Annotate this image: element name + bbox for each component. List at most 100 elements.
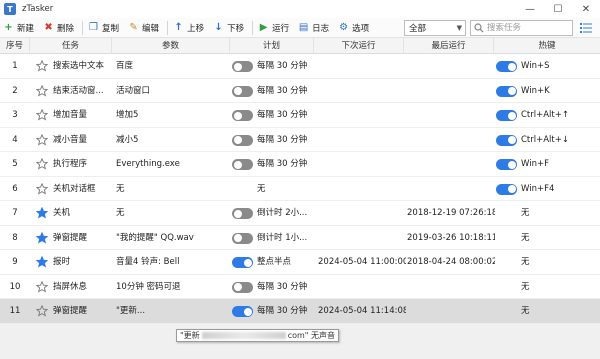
toolbar-separator — [82, 20, 84, 35]
task-table: 序号 任务 参数 计划 下次运行 最后运行 热键 1 搜索选中文本 百度 每隔 30 … — [0, 38, 600, 324]
edit-button[interactable]: ✎ 编辑 — [125, 19, 164, 37]
task-plan: 每隔 30 分钟 — [257, 110, 308, 120]
log-button[interactable]: ▤ 日志 — [295, 19, 334, 37]
delete-button[interactable]: ✖ 删除 — [40, 19, 79, 37]
hotkey-toggle[interactable] — [496, 85, 517, 97]
filter-select[interactable]: 全部 ▼ — [404, 20, 466, 36]
tooltip-suffix: com" 无声音 — [287, 331, 335, 340]
hotkey-toggle[interactable] — [496, 110, 517, 121]
header-task[interactable]: 任务 — [30, 38, 112, 54]
star-outline-icon[interactable] — [36, 182, 48, 195]
header-next-run[interactable]: 下次运行 — [314, 38, 404, 54]
plan-toggle[interactable] — [232, 110, 253, 121]
task-param: 减小5 — [116, 134, 139, 145]
star-outline-icon[interactable] — [36, 60, 48, 72]
next-run — [318, 79, 406, 103]
task-hotkey: 无 — [521, 257, 530, 267]
play-icon: ▶ — [259, 21, 268, 33]
hotkey-toggle[interactable] — [496, 61, 517, 72]
task-hotkey: Win+S — [521, 61, 550, 71]
task-plan: 每隔 30 分钟 — [257, 306, 308, 316]
move-down-button[interactable]: ↓ 下移 — [210, 19, 249, 37]
table-row[interactable]: 8 弹窗提醒 "我的提醒" QQ.wav 倒计时 1小... 2019-03-26 10… — [0, 226, 600, 250]
task-plan: 每隔 30 分钟 — [257, 61, 308, 71]
last-run — [407, 275, 495, 299]
close-button[interactable]: ✕ — [572, 0, 600, 18]
star-filled-icon[interactable] — [36, 231, 48, 244]
plan-toggle[interactable] — [232, 306, 253, 317]
toolbar: + 新建 ✖ 删除 ❐ 复制 ✎ 编辑 ↑ 上移 ↓ 下移 ▶ 运行 ▤ 日志 ⚙ 选项 全部 ▼ — [0, 18, 600, 38]
edit-icon: ✎ — [129, 21, 138, 33]
plus-icon: + — [4, 21, 13, 33]
next-run: 2024-05-04 11:14:08 — [318, 306, 406, 316]
task-plan: 每隔 30 分钟 — [257, 85, 308, 96]
plan-toggle[interactable] — [232, 61, 253, 72]
list-view-icon[interactable] — [580, 22, 592, 34]
task-hotkey: 无 — [521, 281, 530, 292]
star-filled-icon[interactable] — [36, 256, 48, 268]
header-param[interactable]: 参数 — [112, 38, 230, 54]
copy-button[interactable]: ❐ 复制 — [85, 19, 124, 37]
next-run: 2024-05-04 11:00:00 — [318, 257, 406, 267]
table-row[interactable]: 1 搜索选中文本 百度 每隔 30 分钟 Win+S — [0, 54, 600, 79]
task-hotkey: Ctrl+Alt+↑ — [521, 110, 569, 120]
row-number: 10 — [9, 281, 21, 292]
star-filled-icon[interactable] — [36, 207, 48, 219]
run-label: 运行 — [272, 23, 290, 34]
header-plan[interactable]: 计划 — [230, 38, 314, 54]
star-outline-icon[interactable] — [36, 109, 48, 121]
table-row[interactable]: 3 增加音量 增加5 每隔 30 分钟 Ctrl+Alt+↑ — [0, 103, 600, 128]
star-outline-icon[interactable] — [36, 84, 48, 97]
hotkey-toggle[interactable] — [496, 183, 517, 195]
next-run — [318, 201, 406, 225]
table-row[interactable]: 5 执行程序 Everything.exe 每隔 30 分钟 Win+F — [0, 152, 600, 177]
star-outline-icon[interactable] — [36, 133, 48, 146]
plan-toggle[interactable] — [232, 134, 253, 146]
task-name: 关机对话框 — [53, 183, 96, 194]
plan-toggle[interactable] — [232, 85, 253, 97]
row-number: 5 — [12, 159, 18, 169]
minimize-button[interactable]: — — [516, 0, 544, 18]
star-outline-icon[interactable] — [36, 305, 48, 317]
star-outline-icon[interactable] — [36, 280, 48, 293]
header-hotkey[interactable]: 热键 — [494, 38, 600, 54]
header-last-run[interactable]: 最后运行 — [404, 38, 494, 54]
table-row[interactable]: 2 结束活动窗... 活动窗口 每隔 30 分钟 Win+K — [0, 79, 600, 103]
hotkey-toggle[interactable] — [496, 159, 517, 170]
tooltip-redacted — [201, 332, 286, 339]
search-box — [470, 20, 573, 36]
plan-toggle[interactable] — [232, 257, 253, 268]
header-num[interactable]: 序号 — [0, 38, 30, 54]
options-gear-icon: ⚙ — [339, 21, 349, 33]
plan-toggle[interactable] — [232, 159, 253, 170]
task-plan: 每隔 30 分钟 — [257, 134, 308, 145]
chevron-down-icon: ▼ — [456, 24, 462, 32]
table-row[interactable]: 6 关机对话框 无 无 Win+F4 — [0, 177, 600, 201]
row-number: 1 — [12, 61, 18, 71]
options-button[interactable]: ⚙ 选项 — [335, 19, 374, 37]
task-name: 结束活动窗... — [53, 85, 104, 96]
maximize-button[interactable]: ☐ — [544, 0, 572, 18]
table-row[interactable]: 10 挡屏休息 10分钟 密码可退 每隔 30 分钟 无 — [0, 275, 600, 299]
table-row[interactable]: 7 关机 无 倒计时 2小... 2018-12-19 07:26:18 无 — [0, 201, 600, 226]
task-param: 音量4 铃声: Bell — [116, 257, 180, 267]
row-number: 8 — [12, 232, 18, 243]
last-run — [407, 79, 495, 103]
move-up-button[interactable]: ↑ 上移 — [170, 19, 209, 37]
plan-toggle[interactable] — [232, 232, 253, 244]
task-param: 百度 — [116, 61, 134, 71]
row-number: 6 — [12, 183, 18, 194]
filter-select-value: 全部 — [409, 24, 427, 34]
table-row[interactable]: 9 报时 音量4 铃声: Bell 整点半点 2024-05-04 11:00:00 20… — [0, 250, 600, 275]
table-row[interactable]: 4 减小音量 减小5 每隔 30 分钟 Ctrl+Alt+↓ — [0, 128, 600, 152]
last-run — [407, 103, 495, 127]
task-hotkey: 无 — [521, 232, 530, 243]
run-button[interactable]: ▶ 运行 — [255, 19, 294, 37]
search-input[interactable] — [487, 23, 571, 33]
hotkey-toggle[interactable] — [496, 134, 517, 146]
new-button[interactable]: + 新建 — [0, 19, 39, 37]
star-outline-icon[interactable] — [36, 158, 48, 170]
plan-toggle[interactable] — [232, 281, 253, 293]
plan-toggle[interactable] — [232, 208, 253, 219]
table-row[interactable]: 11 弹窗提醒 "更新... 每隔 30 分钟 2024-05-04 11:14:08 无 — [0, 299, 600, 324]
